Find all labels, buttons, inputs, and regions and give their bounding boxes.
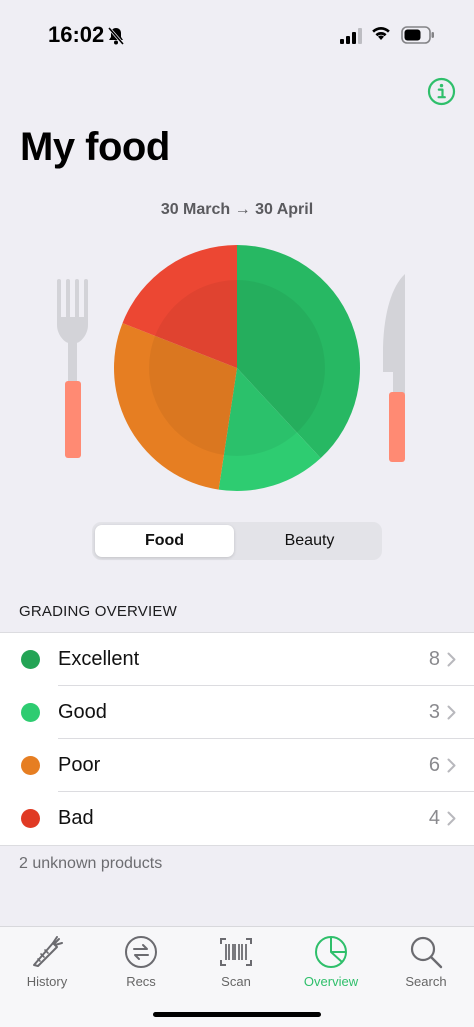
carrot-icon bbox=[33, 936, 63, 967]
grade-dot bbox=[21, 650, 40, 669]
grade-label: Excellent bbox=[58, 648, 140, 670]
tab-label: Overview bbox=[303, 974, 359, 989]
grade-count: 8 bbox=[428, 648, 440, 670]
home-indicator bbox=[153, 1012, 321, 1017]
grading-list: Excellent 8 Good 3 Poor 6 Bad 4 bbox=[0, 632, 474, 846]
chevron-right-icon bbox=[447, 705, 456, 720]
date-range[interactable]: 30 March → 30 April bbox=[0, 201, 474, 219]
status-bar: 16:02 bbox=[0, 0, 474, 70]
tab-label: Scan bbox=[221, 974, 251, 989]
grade-row-good[interactable]: Good 3 bbox=[0, 686, 474, 739]
category-segmented-control: Food Beauty bbox=[92, 522, 382, 560]
info-icon[interactable] bbox=[427, 77, 456, 106]
grade-row-excellent[interactable]: Excellent 8 bbox=[0, 633, 474, 686]
barcode-icon bbox=[220, 938, 252, 966]
grade-label: Bad bbox=[58, 807, 94, 829]
tab-overview[interactable]: Overview bbox=[284, 927, 378, 997]
grade-dot bbox=[21, 703, 40, 722]
unknown-products-note[interactable]: 2 unknown products bbox=[19, 855, 162, 873]
grade-count: 6 bbox=[428, 754, 440, 776]
battery-icon bbox=[401, 26, 434, 44]
cellular-signal-icon bbox=[340, 28, 362, 44]
knife-illustration bbox=[383, 274, 405, 462]
status-time: 16:02 bbox=[48, 22, 105, 47]
tab-label: History bbox=[26, 974, 68, 989]
grade-row-bad[interactable]: Bad 4 bbox=[0, 792, 474, 845]
wifi-icon bbox=[372, 27, 390, 40]
plate-inner-rim bbox=[149, 280, 325, 456]
grading-pie-chart bbox=[113, 245, 360, 491]
fork-illustration bbox=[57, 279, 88, 458]
chevron-right-icon bbox=[447, 758, 456, 773]
grading-overview-header: GRADING OVERVIEW bbox=[19, 603, 177, 620]
grade-dot bbox=[21, 809, 40, 828]
grade-label: Good bbox=[58, 701, 107, 723]
magnifier-icon bbox=[410, 936, 443, 969]
tab-history[interactable]: History bbox=[0, 927, 94, 997]
muted-bell-icon bbox=[107, 27, 125, 45]
swap-arrows-icon bbox=[125, 936, 157, 968]
grade-count: 3 bbox=[428, 701, 440, 723]
segment-food[interactable]: Food bbox=[95, 525, 234, 557]
tab-recs[interactable]: Recs bbox=[94, 927, 188, 997]
page-title: My food bbox=[20, 125, 170, 169]
grade-count: 4 bbox=[428, 807, 440, 829]
tab-scan[interactable]: Scan bbox=[189, 927, 283, 997]
tab-search[interactable]: Search bbox=[379, 927, 473, 997]
chevron-right-icon bbox=[447, 811, 456, 826]
grade-row-poor[interactable]: Poor 6 bbox=[0, 739, 474, 792]
tab-label: Search bbox=[405, 974, 447, 989]
chevron-right-icon bbox=[447, 652, 456, 667]
segment-beauty[interactable]: Beauty bbox=[240, 525, 379, 557]
grade-label: Poor bbox=[58, 754, 101, 776]
grade-dot bbox=[21, 756, 40, 775]
pie-chart-icon bbox=[315, 936, 347, 968]
tab-label: Recs bbox=[126, 974, 156, 989]
